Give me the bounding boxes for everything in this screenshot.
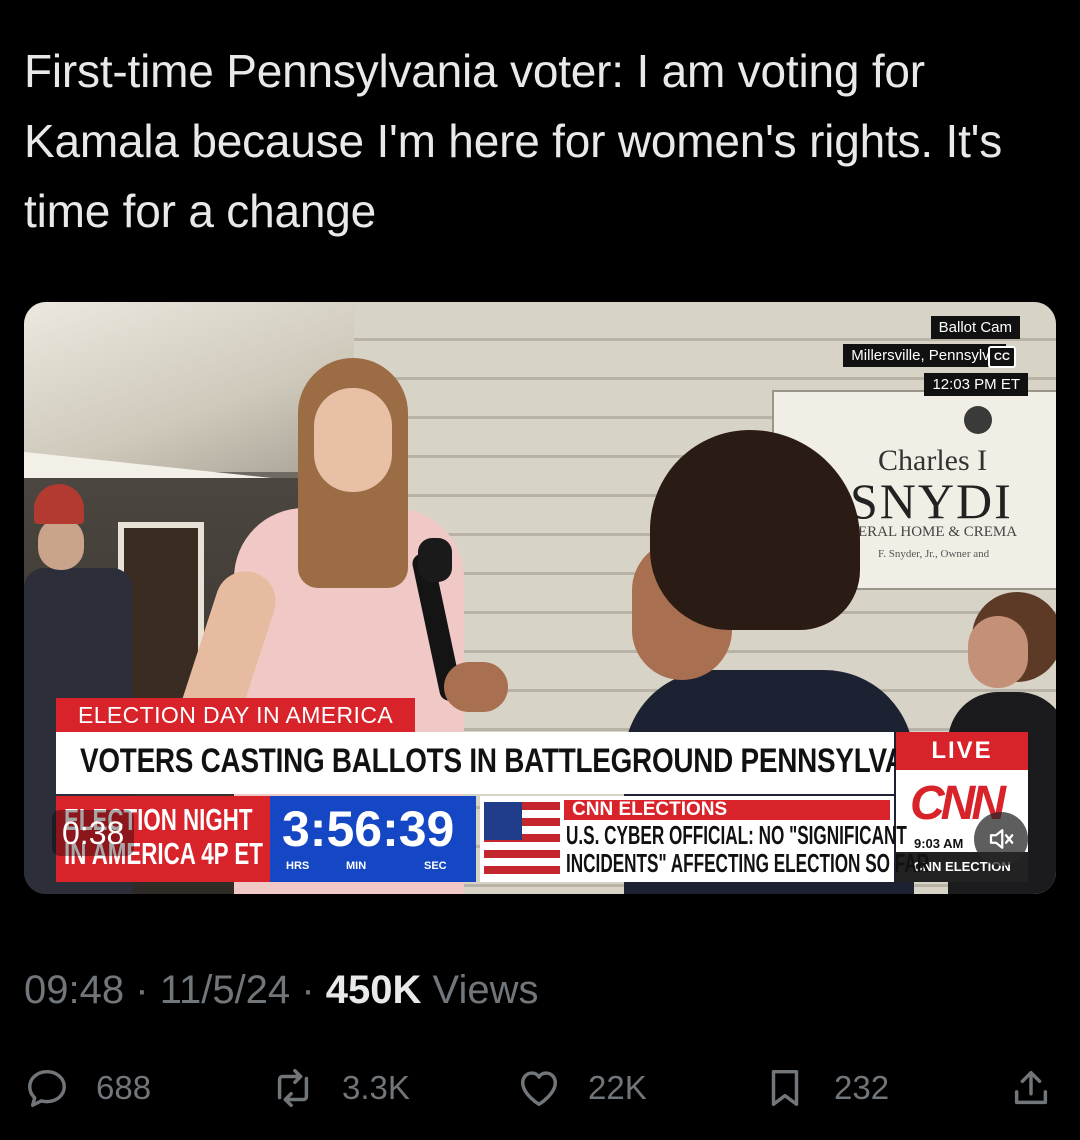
chyron-headline: VOTERS CASTING BALLOTS IN BATTLEGROUND P… (56, 732, 952, 794)
mute-button[interactable] (974, 812, 1028, 866)
microphone-head (418, 538, 452, 582)
repost-button[interactable]: 3.3K (270, 1060, 410, 1116)
countdown-hrs-label: HRS (286, 860, 310, 872)
us-flag-icon (484, 802, 560, 876)
countdown-clock: 3:56:39 HRS MIN SEC (270, 796, 476, 882)
ticker-header: CNN ELECTIONS (564, 800, 890, 820)
meta-separator: · (135, 968, 149, 1012)
views-label: Views (432, 968, 539, 1012)
news-ticker: CNN ELECTIONS U.S. CYBER OFFICIAL: NO "S… (480, 796, 929, 882)
countdown-min-label: MIN (346, 860, 367, 872)
bookmark-button[interactable]: 232 (762, 1060, 889, 1116)
reply-icon (28, 1069, 66, 1107)
heart-icon (520, 1071, 558, 1107)
tweet-text: First-time Pennsylvania voter: I am voti… (24, 45, 1003, 237)
action-bar: 688 3.3K 22K 232 (24, 1060, 1064, 1116)
reply-count: 688 (96, 1069, 152, 1106)
tweet-meta: 09:48 · 11/5/24 · 450K Views (24, 962, 539, 1018)
bookmark-count: 232 (834, 1069, 890, 1106)
meta-separator: · (301, 968, 315, 1012)
tweet-date: 11/5/24 (159, 968, 291, 1012)
bookmark-icon (771, 1069, 799, 1107)
closed-captions-icon: CC (988, 346, 1016, 368)
live-badge: LIVE (896, 732, 1028, 770)
tweet-time: 09:48 (24, 968, 125, 1012)
reply-button[interactable]: 688 (24, 1060, 151, 1116)
video-player[interactable]: Charles I SNYDI ERAL HOME & CREMA F. Sny… (24, 302, 1056, 894)
interviewer-hand (444, 662, 508, 712)
share-icon (1014, 1070, 1048, 1105)
chyron-tab: ELECTION DAY IN AMERICA (56, 698, 416, 732)
ticker-line-2: INCIDENTS" AFFECTING ELECTION SO FAR (566, 848, 930, 878)
countdown-sec-label: SEC (424, 860, 447, 872)
countdown-value: 3:56:39 (282, 801, 455, 857)
share-button[interactable] (1008, 1060, 1054, 1116)
location-label: Millersville, Pennsylva (843, 344, 1006, 367)
speaker-muted-icon (989, 829, 1014, 849)
ticker-line-1: U.S. CYBER OFFICIAL: NO "SIGNIFICANT (566, 820, 907, 850)
video-elapsed-time: 0:38 (52, 810, 135, 856)
headline-text: VOTERS CASTING BALLOTS IN BATTLEGROUND P… (80, 742, 952, 780)
like-count: 22K (588, 1069, 647, 1106)
like-button[interactable]: 22K (516, 1060, 647, 1116)
repost-count: 3.3K (342, 1069, 410, 1106)
repost-icon (277, 1069, 309, 1107)
sign-seal (964, 406, 992, 434)
broadcast-time: 12:03 PM ET (924, 373, 1028, 396)
views-count: 450K (325, 968, 422, 1012)
ballot-cam-label: Ballot Cam (930, 316, 1020, 339)
